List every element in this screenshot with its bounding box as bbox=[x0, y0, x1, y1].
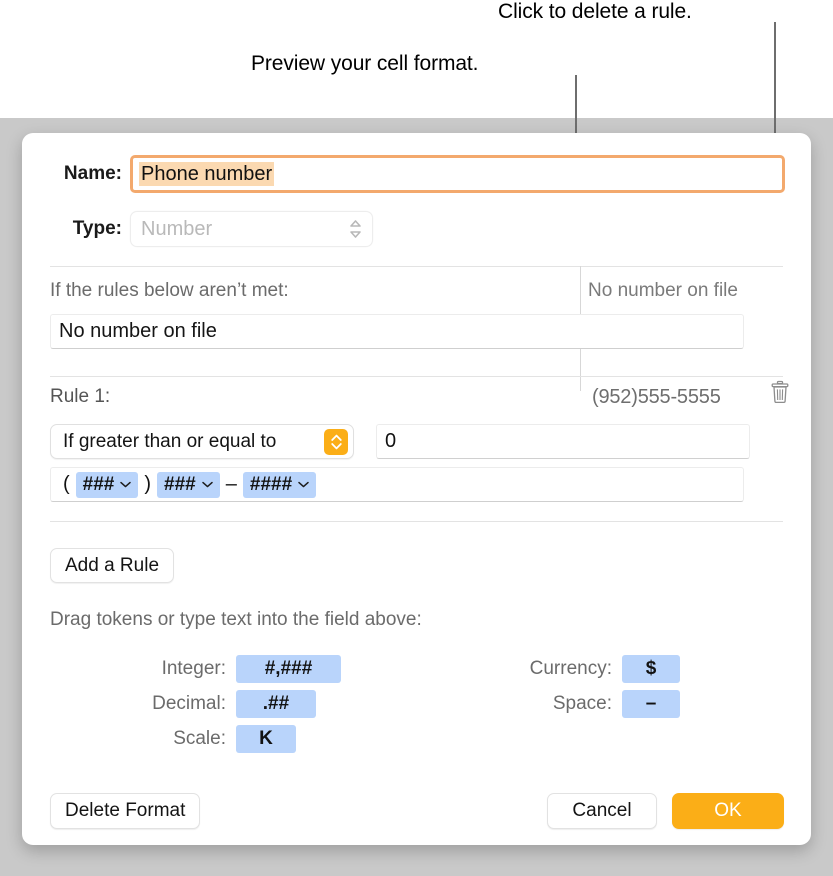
callout-preview-format: Preview your cell format. bbox=[251, 52, 478, 76]
divider-top bbox=[50, 266, 783, 267]
palette-label-currency: Currency: bbox=[512, 658, 612, 680]
palette-item-scale: Scale: K bbox=[128, 725, 296, 753]
palette-token-space[interactable]: – bbox=[622, 690, 680, 718]
chevron-down-icon bbox=[202, 481, 213, 488]
palette-item-space: Space: – bbox=[512, 690, 680, 718]
type-label: Type: bbox=[22, 218, 122, 240]
format-token-label: ### bbox=[83, 474, 115, 496]
chevron-updown-icon bbox=[349, 218, 362, 240]
format-literal: ( bbox=[63, 473, 70, 496]
palette-item-currency: Currency: $ bbox=[512, 655, 680, 683]
palette-token-decimal[interactable]: .## bbox=[236, 690, 316, 718]
type-popup-value: Number bbox=[141, 218, 212, 241]
palette-label-scale: Scale: bbox=[128, 728, 226, 750]
palette-token-integer[interactable]: #,### bbox=[236, 655, 341, 683]
name-label: Name: bbox=[22, 163, 122, 185]
name-input-value: Phone number bbox=[139, 162, 274, 186]
chevron-updown-icon bbox=[324, 429, 348, 455]
rule-preview-value: (952)555-5555 bbox=[592, 386, 721, 409]
condition-value-text: 0 bbox=[385, 430, 396, 453]
condition-row: If greater than or equal to 0 bbox=[50, 424, 790, 459]
format-token-prefix[interactable]: ### bbox=[157, 472, 220, 498]
chevron-down-icon bbox=[120, 481, 131, 488]
trash-icon bbox=[770, 380, 790, 407]
format-literal: – bbox=[226, 473, 237, 496]
format-token-label: #### bbox=[250, 474, 292, 496]
format-token-input[interactable]: ( ### ) ### – #### bbox=[50, 467, 744, 502]
fallback-input[interactable]: No number on file bbox=[50, 314, 744, 349]
type-row: Type: Number bbox=[22, 211, 811, 247]
fallback-preview-value: No number on file bbox=[588, 280, 738, 302]
ok-button[interactable]: OK bbox=[672, 793, 784, 829]
format-literal: ) bbox=[144, 473, 151, 496]
add-rule-button[interactable]: Add a Rule bbox=[50, 548, 174, 583]
palette-token-scale[interactable]: K bbox=[236, 725, 296, 753]
callout-delete-rule: Click to delete a rule. bbox=[498, 0, 692, 24]
name-input[interactable]: Phone number bbox=[130, 155, 785, 193]
delete-format-button[interactable]: Delete Format bbox=[50, 793, 200, 829]
format-token-label: ### bbox=[164, 474, 196, 496]
screenshot-root: Click to delete a rule. Preview your cel… bbox=[0, 0, 833, 876]
palette-token-currency[interactable]: $ bbox=[622, 655, 680, 683]
type-popup-button[interactable]: Number bbox=[130, 211, 373, 247]
custom-cell-format-dialog: Name: Phone number Type: Number bbox=[22, 133, 811, 845]
delete-rule-button[interactable] bbox=[764, 376, 796, 410]
drag-tokens-hint: Drag tokens or type text into the field … bbox=[50, 609, 422, 631]
condition-value-input[interactable]: 0 bbox=[376, 424, 750, 459]
palette-label-integer: Integer: bbox=[128, 658, 226, 680]
divider-add-rule bbox=[50, 521, 783, 522]
condition-popup-value: If greater than or equal to bbox=[63, 431, 276, 453]
format-token-area-code[interactable]: ### bbox=[76, 472, 139, 498]
format-token-line-number[interactable]: #### bbox=[243, 472, 316, 498]
rule-label: Rule 1: bbox=[50, 386, 110, 408]
cancel-button[interactable]: Cancel bbox=[547, 793, 657, 829]
palette-label-space: Space: bbox=[512, 693, 612, 715]
palette-label-decimal: Decimal: bbox=[128, 693, 226, 715]
name-row: Name: Phone number bbox=[22, 155, 811, 193]
palette-item-decimal: Decimal: .## bbox=[128, 690, 316, 718]
condition-popup-button[interactable]: If greater than or equal to bbox=[50, 424, 354, 459]
palette-item-integer: Integer: #,### bbox=[128, 655, 341, 683]
chevron-down-icon bbox=[298, 481, 309, 488]
divider-rules bbox=[50, 376, 783, 377]
fallback-input-value: No number on file bbox=[59, 320, 217, 343]
fallback-label: If the rules below aren’t met: bbox=[50, 280, 289, 302]
